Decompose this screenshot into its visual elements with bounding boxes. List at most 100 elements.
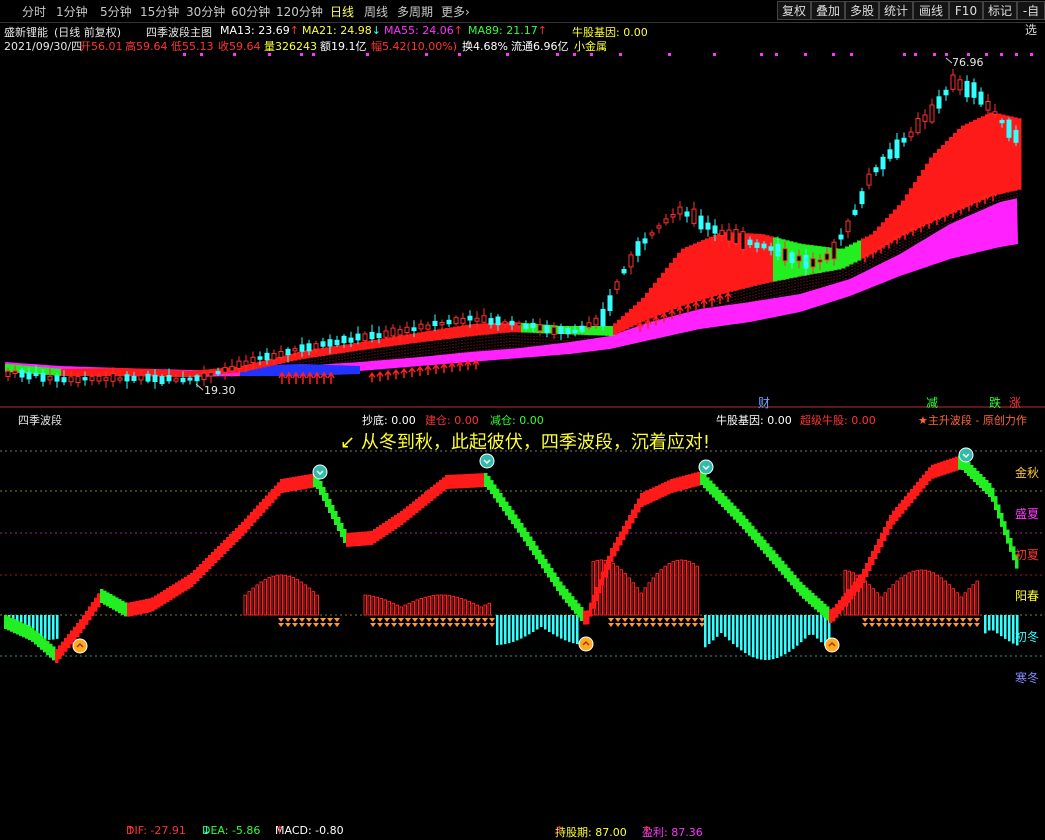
period-tab-15min[interactable]: 15分钟 [140,3,179,20]
event-label-reduce[interactable]: 减 [926,394,938,411]
chevron-mark [489,618,495,622]
period-tab-120min[interactable]: 120分钟 [276,3,323,20]
signal-dot [775,53,778,56]
main-candlestick-chart[interactable]: 76.96 19.30 [0,44,1045,408]
ribbon-segment [921,169,926,227]
event-label-report[interactable]: 财 [758,394,770,411]
period-tab-weekly[interactable]: 周线 [364,3,388,20]
overlay-button[interactable]: 叠加 [811,1,845,20]
signal-dot [832,53,835,56]
wave-segment [445,475,449,489]
candle-body [453,317,459,325]
period-tab-fenshi[interactable]: 分时 [22,3,46,20]
candle-body [719,229,725,237]
chevron-mark [897,618,903,622]
wave-segment [796,578,800,593]
wave-segment [82,615,86,630]
chevron-mark [918,623,924,627]
chevron-mark [650,623,656,627]
restore-rights-button[interactable]: 复权 [777,1,811,20]
wave-segment [226,537,230,551]
candle-body [474,317,480,322]
sell-signal-icon [698,459,714,475]
f10-button[interactable]: F10 [949,1,983,20]
wave-segment [196,567,200,581]
ribbon-segment [765,235,770,284]
wave-segment [286,478,290,492]
wave-segment [97,593,101,608]
histogram-bar-red [695,565,699,616]
ribbon-segment [645,292,650,321]
period-tab-more[interactable]: 更多› [441,3,470,20]
histogram-bar-red [871,588,875,616]
chevron-mark [412,618,418,622]
wave-segment [748,522,752,537]
chevron-mark [489,623,495,627]
statistics-button[interactable]: 统计 [879,1,913,20]
period-tab-1min[interactable]: 1分钟 [56,3,88,20]
histogram-bar-red [623,573,627,616]
buy-arrow [472,359,480,370]
period-tab-multi[interactable]: 多周期 [397,3,433,20]
wave-segment [310,473,314,488]
mark-button[interactable]: 标记 [983,1,1017,20]
wave-segment [928,467,932,482]
wave-segment [637,498,641,513]
wave-segment [607,555,611,570]
draw-line-button[interactable]: 画线 [913,1,949,20]
candle-body [838,234,844,240]
chevron-mark [636,618,642,622]
watchlist-button[interactable]: -自选 [1017,1,1045,37]
ribbon-segment [669,262,674,311]
histogram-bar-cyan [564,615,567,641]
wave-segment [457,474,461,489]
chevron-mark [678,623,684,627]
period-tab-daily[interactable]: 日线 [330,3,354,20]
candle-body [467,315,473,321]
wave-segment [169,586,173,601]
histogram-bar-red [679,559,683,616]
candle-body [761,243,767,249]
candle-body [985,101,991,111]
wave-segment [199,564,203,578]
event-label-rise[interactable]: 涨 [1009,394,1021,411]
ribbon-segment [689,245,694,304]
buy-arrow [464,359,472,371]
ribbon-segment [609,326,614,336]
histogram-bar-red [243,594,247,616]
season-label-autumn: 金秋 [1015,466,1040,480]
wave-segment [994,496,998,511]
wave-segment [250,512,254,526]
histogram-bar-red [395,604,399,616]
multi-stock-button[interactable]: 多股 [845,1,879,20]
candle-body [796,255,802,262]
candle-body [278,351,284,358]
candle-body [110,373,116,382]
macd-text: MACD: -0.80 [275,824,344,837]
chevron-mark [377,623,383,627]
histogram-bar-cyan [52,615,55,640]
wave-segment [355,532,359,547]
histogram-bar-cyan [552,615,555,635]
wave-segment [283,478,287,493]
wave-segment [580,607,584,621]
wave-segment [577,603,581,618]
ribbon-segment [57,368,62,376]
period-tab-5min[interactable]: 5分钟 [100,3,132,20]
histogram-bar-red [667,563,671,616]
period-tab-30min[interactable]: 30分钟 [186,3,225,20]
ma89-value: MA89: 21.17↑ [468,24,547,37]
wave-segment [967,462,971,476]
candle-body [943,89,949,96]
ribbon-segment [941,145,946,218]
histogram-bar-red [887,588,891,616]
period-tab-60min[interactable]: 60分钟 [231,3,270,20]
signal-circles [72,447,974,654]
ribbon-segment [637,301,642,324]
event-label-fall[interactable]: 跌 [989,394,1001,411]
candle-body [327,339,333,347]
ma-ribbon-band [5,112,1022,377]
histogram-bar-cyan [748,615,751,656]
four-season-indicator-chart[interactable] [0,410,1045,704]
signal-dot [366,53,369,56]
